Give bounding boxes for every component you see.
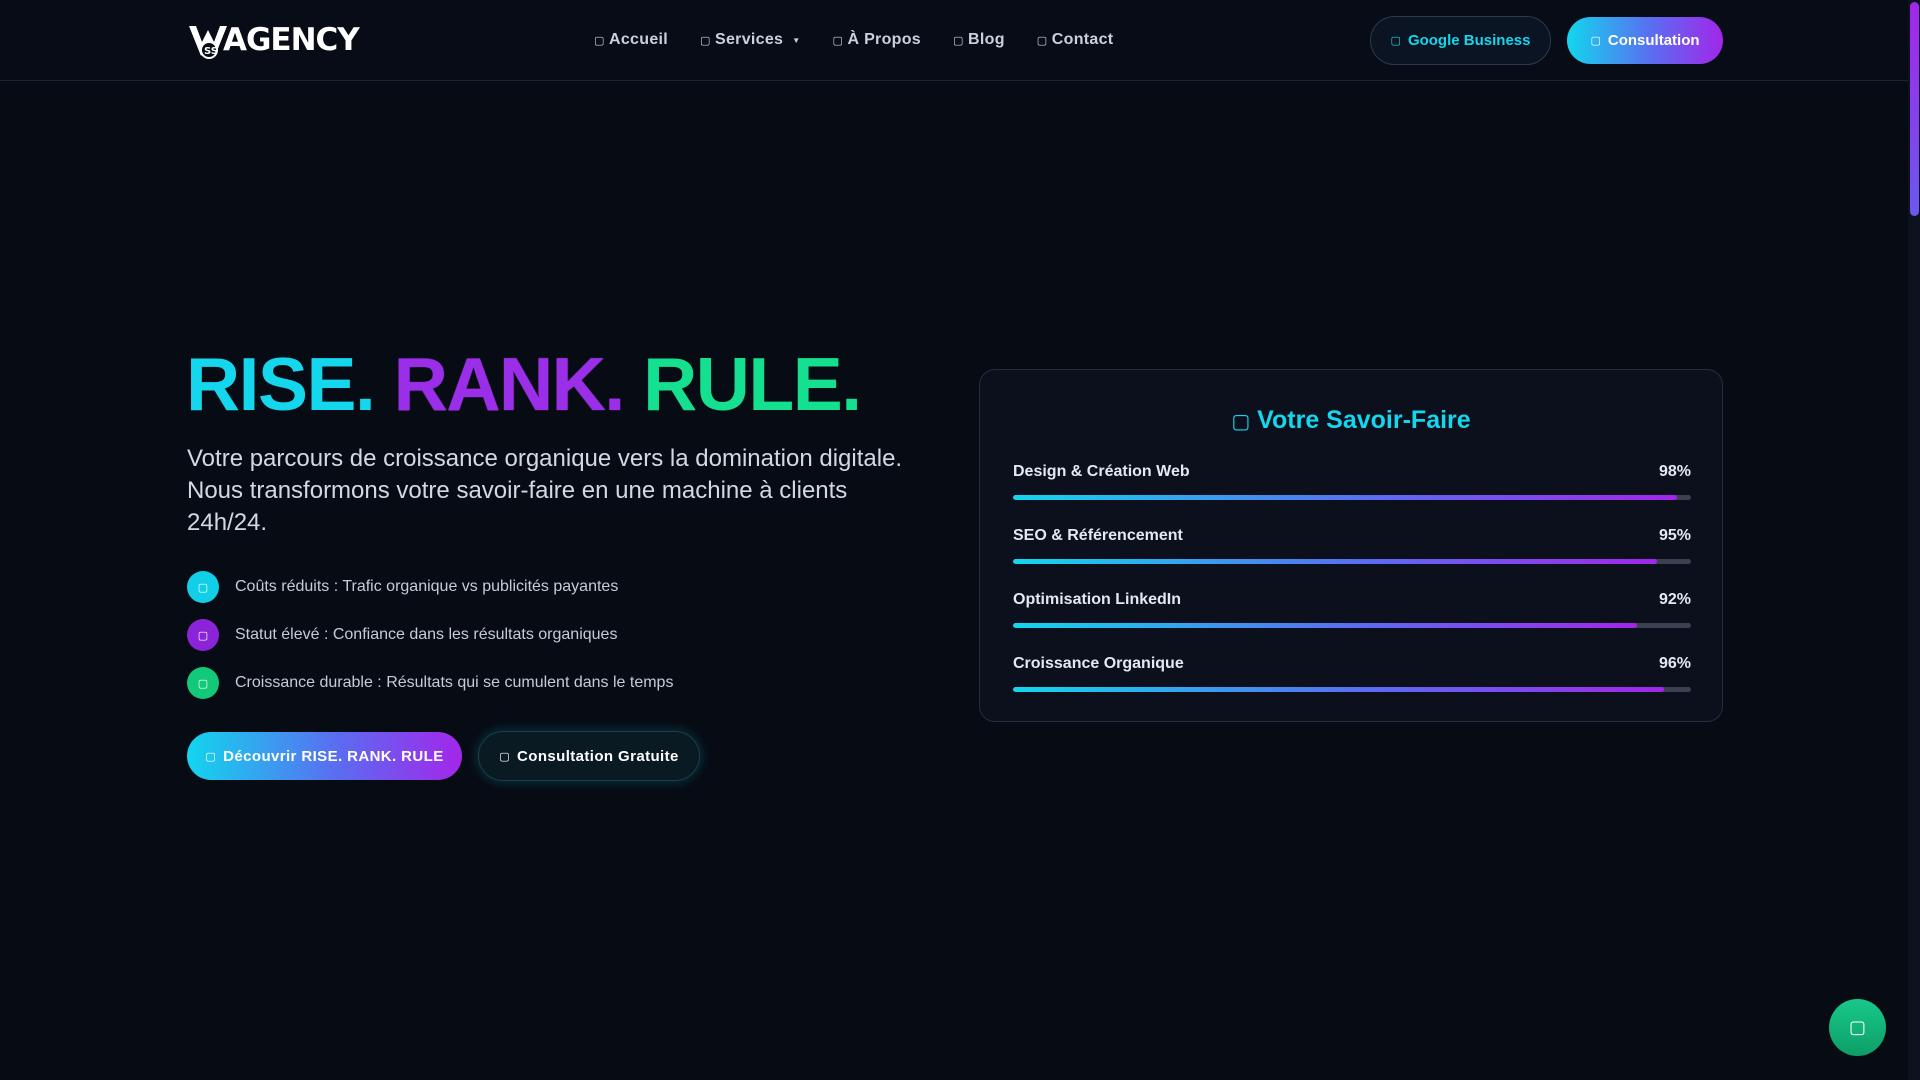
hero-title-rule: RULE. (643, 342, 862, 426)
skill-label: SEO & Référencement (1013, 527, 1183, 544)
skill-progress-fill (1013, 687, 1664, 692)
hero-title: RISE. RANK. RULE. (186, 340, 862, 428)
feature-text: Coûts réduits : Trafic organique vs publ… (235, 578, 619, 595)
free-consultation-button[interactable]: ▢ Consultation Gratuite (478, 731, 700, 781)
skill-percent: 92% (1658, 591, 1691, 608)
info-icon: ▢ (832, 34, 844, 47)
skill-percent: 98% (1658, 463, 1691, 480)
chevron-down-icon: ▼ (792, 35, 801, 45)
skill-percent: 95% (1658, 527, 1691, 544)
skill-progress-fill (1013, 559, 1658, 564)
skill-progress-track (1013, 687, 1691, 692)
envelope-icon: ▢ (1036, 34, 1048, 47)
skill-progress-track (1013, 559, 1691, 564)
feature-item: ▢ Croissance durable : Résultats qui se … (187, 667, 673, 699)
rocket-icon: ▢ (205, 750, 217, 763)
calendar-icon: ▢ (1590, 35, 1601, 47)
google-business-button[interactable]: ▢ Google Business (1370, 16, 1551, 65)
skill-item: Design & Création Web 98% (1013, 463, 1691, 500)
logo-text: AGENCY (223, 22, 360, 58)
skills-card-title: ▢ Votre Savoir-Faire (980, 406, 1722, 435)
feature-text: Croissance durable : Résultats qui se cu… (235, 674, 674, 691)
blog-icon: ▢ (953, 34, 964, 47)
skills-card-title-text: Votre Savoir-Faire (1257, 406, 1471, 434)
discover-label: Découvrir RISE. RANK. RULE (223, 747, 444, 765)
whatsapp-icon: ▢ (1848, 1017, 1866, 1037)
free-consultation-label: Consultation Gratuite (517, 747, 679, 765)
trophy-icon: ▢ (1231, 411, 1251, 433)
nav-item-label: Blog (968, 31, 1005, 48)
chart-icon: ▢ (187, 667, 219, 699)
skill-percent: 96% (1658, 655, 1691, 672)
grid-icon: ▢ (700, 34, 711, 47)
skill-progress-track (1013, 495, 1691, 500)
hero-title-rank: RANK. (393, 342, 626, 426)
logo-icon: SS (189, 26, 227, 59)
skills-card: ▢ Votre Savoir-Faire Design & Création W… (979, 369, 1723, 722)
hero-title-rise: RISE. (186, 342, 376, 426)
skill-label: Optimisation LinkedIn (1013, 591, 1182, 608)
nav-item-blog[interactable]: ▢ Blog (953, 28, 1005, 52)
consultation-button[interactable]: ▢ Consultation (1567, 17, 1723, 64)
nav-item-label: Contact (1051, 31, 1114, 48)
nav-item-label: Accueil (609, 31, 669, 48)
home-icon: ▢ (594, 34, 605, 47)
skill-label: Croissance Organique (1013, 655, 1184, 672)
skill-label: Design & Création Web (1013, 463, 1190, 480)
nav-item-a-propos[interactable]: ▢ À Propos (832, 28, 921, 52)
svg-text:SS: SS (204, 46, 218, 57)
scrollbar-thumb[interactable] (1910, 2, 1919, 216)
check-icon: ▢ (187, 571, 219, 603)
consultation-label: Consultation (1607, 32, 1700, 49)
skill-progress-track (1013, 623, 1691, 628)
whatsapp-button[interactable]: ▢ (1829, 999, 1886, 1056)
skill-progress-fill (1013, 623, 1637, 628)
nav-menu: ▢ Accueil ▢ Services ▼ ▢ À Propos ▢ Blog… (594, 28, 1145, 52)
nav-item-accueil[interactable]: ▢ Accueil (594, 28, 668, 52)
nav-item-label: Services (715, 31, 784, 48)
google-business-label: Google Business (1407, 32, 1531, 49)
nav-item-contact[interactable]: ▢ Contact (1037, 28, 1114, 52)
hero-subtitle: Votre parcours de croissance organique v… (187, 445, 903, 536)
skill-item: Croissance Organique 96% (1013, 655, 1691, 692)
skill-item: SEO & Référencement 95% (1013, 527, 1691, 564)
nav-item-services[interactable]: ▢ Services ▼ (700, 28, 800, 52)
navbar: SS AGENCY ▢ Accueil ▢ Services ▼ ▢ À Pro… (0, 0, 1908, 81)
discover-button[interactable]: ▢ Découvrir RISE. RANK. RULE (187, 732, 462, 780)
star-icon: ▢ (187, 619, 219, 651)
page-scrollbar[interactable] (1908, 0, 1920, 1080)
logo[interactable]: SS AGENCY (187, 20, 360, 60)
feature-item: ▢ Statut élevé : Confiance dans les résu… (187, 619, 617, 651)
feature-item: ▢ Coûts réduits : Trafic organique vs pu… (187, 571, 618, 603)
google-icon: ▢ (1390, 35, 1401, 47)
skill-item: Optimisation LinkedIn 92% (1013, 591, 1691, 628)
feature-text: Statut élevé : Confiance dans les résult… (235, 626, 618, 643)
skill-progress-fill (1013, 495, 1678, 500)
nav-item-label: À Propos (847, 31, 922, 48)
phone-icon: ▢ (499, 750, 511, 763)
